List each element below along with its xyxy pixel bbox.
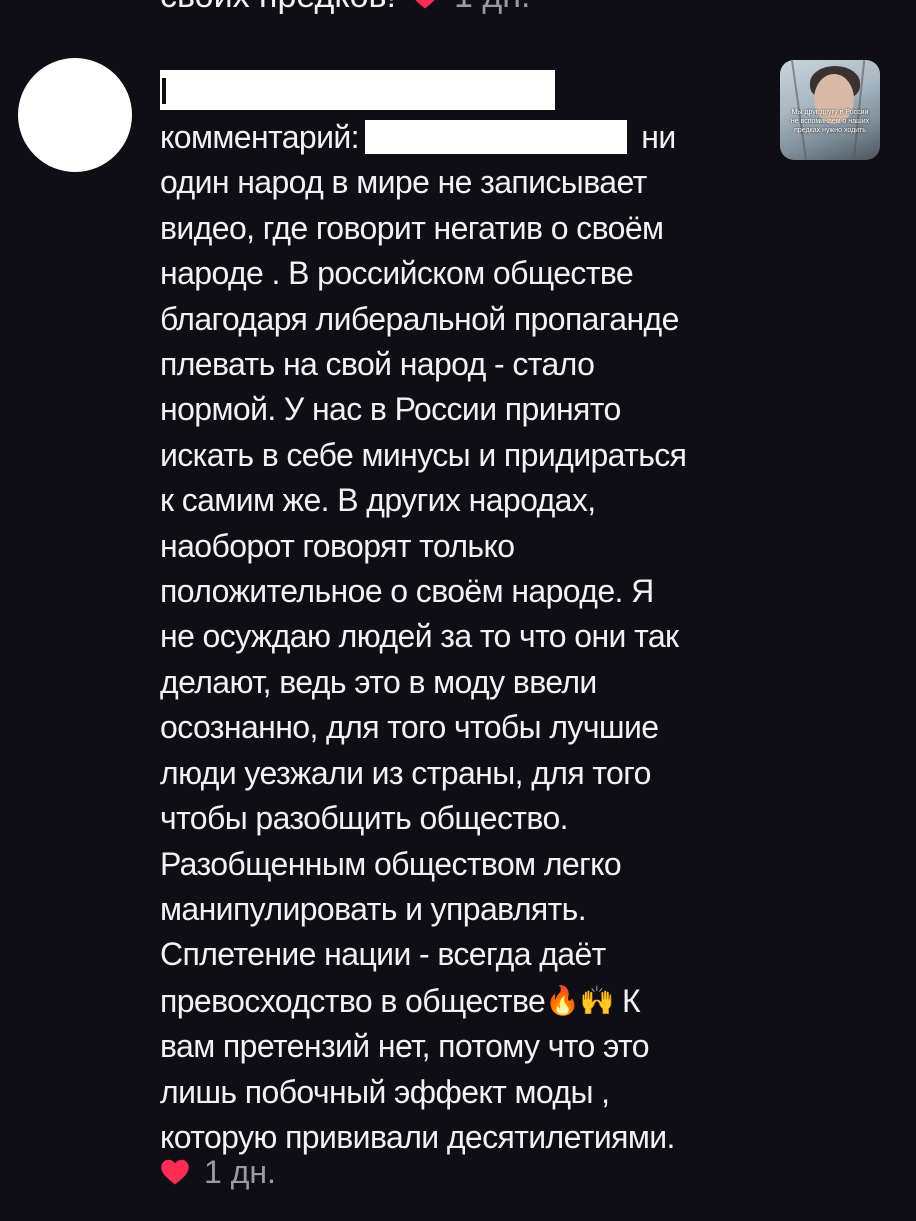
heart-icon[interactable] bbox=[410, 0, 440, 10]
previous-comment-time: 1 дн. bbox=[454, 0, 530, 16]
comment-label: комментарий: bbox=[160, 119, 360, 155]
avatar[interactable] bbox=[18, 58, 132, 172]
redacted-username[interactable] bbox=[160, 70, 555, 110]
comment-footer: 1 дн. bbox=[160, 1150, 276, 1194]
comment-body: ни один народ в мире не записывает видео… bbox=[160, 119, 687, 1019]
redacted-mention bbox=[364, 120, 627, 154]
previous-comment-text: своих предков! bbox=[160, 0, 396, 16]
heart-icon[interactable] bbox=[160, 1158, 190, 1186]
video-thumbnail[interactable]: Мы друг другу в России не вспоминаем о н… bbox=[780, 60, 880, 160]
comment-time: 1 дн. bbox=[204, 1153, 276, 1190]
thumbnail-caption: Мы друг другу в России не вспоминаем о н… bbox=[790, 109, 870, 134]
previous-comment-tail: своих предков! 1 дн. bbox=[160, 0, 530, 16]
comment-text: комментарий: ни один народ в мире не зап… bbox=[160, 115, 770, 1160]
comment-thread: своих предков! 1 дн. комментарий: ни оди… bbox=[0, 0, 916, 1221]
fire-hands-emoji: 🔥🙌 bbox=[545, 984, 614, 1016]
